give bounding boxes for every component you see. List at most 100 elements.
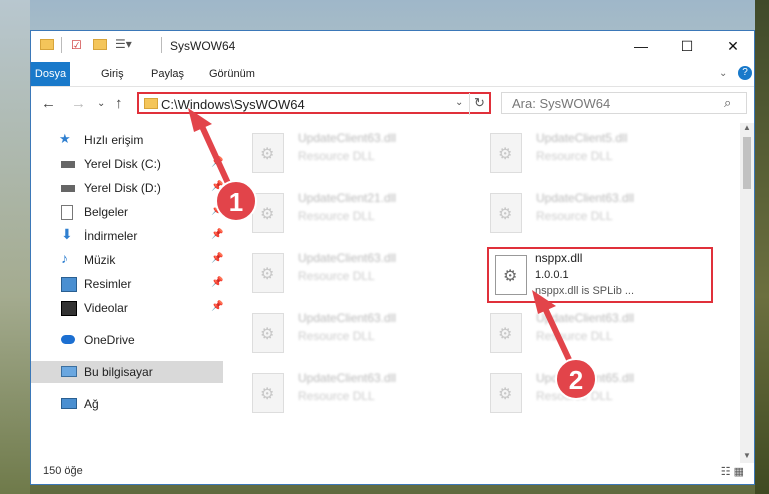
file-tile[interactable]: UpdateClient63.dll Resource DLL xyxy=(490,189,720,245)
file-name: UpdateClient63.dll xyxy=(298,131,397,145)
file-description: nsppx.dll is SPLib ... xyxy=(535,285,635,297)
dll-file-icon xyxy=(490,313,522,353)
pin-icon: 📌 xyxy=(211,277,224,288)
file-view: UpdateClient63.dll Resource DLL UpdateCl… xyxy=(228,123,738,463)
file-tile[interactable]: UpdateClient21.dll Resource DLL xyxy=(252,189,482,245)
address-dropdown-icon[interactable]: ⌄ xyxy=(455,97,463,108)
network-icon xyxy=(61,398,77,409)
ribbon-tabs: Dosya Giriş Paylaş Görünüm ⌄ ? xyxy=(31,62,754,87)
file-tile[interactable]: UpdateClient5.dll Resource DLL xyxy=(490,129,720,185)
recent-locations-icon[interactable]: ⌄ xyxy=(97,98,105,109)
file-name: UpdateClient63.dll xyxy=(298,311,397,325)
maximize-button[interactable]: ☐ xyxy=(667,35,707,57)
nav-label: Müzik xyxy=(84,253,116,267)
back-icon[interactable]: ← xyxy=(41,95,56,112)
nav-label: Videolar xyxy=(84,301,128,315)
folder-icon xyxy=(40,39,54,50)
nav-item-music[interactable]: ♪ Müzik 📌 xyxy=(31,249,223,271)
item-count: 150 öğe xyxy=(43,465,83,477)
up-icon[interactable]: ↑ xyxy=(115,95,123,112)
file-tile[interactable]: UpdateClient63.dll Resource DLL xyxy=(490,309,720,365)
view-mode-icons[interactable]: ☷ ▦ xyxy=(721,465,744,478)
properties-icon[interactable]: ☑ xyxy=(71,38,82,52)
tab-paylas[interactable]: Paylaş xyxy=(143,62,192,86)
file-tile[interactable]: UpdateClient63.dll Resource DLL xyxy=(252,369,482,425)
nav-item-disk-c[interactable]: Yerel Disk (C:) 📌 xyxy=(31,153,223,175)
nav-item-this-pc[interactable]: Bu bilgisayar xyxy=(31,361,223,383)
file-name: UpdateClient63.dll xyxy=(536,191,635,205)
dll-file-icon xyxy=(252,253,284,293)
expand-ribbon-icon[interactable]: ⌄ xyxy=(719,68,727,79)
cloud-icon xyxy=(61,335,75,344)
file-tile[interactable]: UpdateClient63.dll Resource DLL xyxy=(252,309,482,365)
desktop-wallpaper-left xyxy=(0,0,30,494)
nav-item-documents[interactable]: Belgeler 📌 xyxy=(31,201,223,223)
nav-item-disk-d[interactable]: Yerel Disk (D:) 📌 xyxy=(31,177,223,199)
music-icon: ♪ xyxy=(61,250,68,266)
nav-item-downloads[interactable]: ⬇ İndirmeler 📌 xyxy=(31,225,223,247)
file-name: UpdateClient21.dll xyxy=(298,191,397,205)
nav-label: Ağ xyxy=(84,397,99,411)
pin-icon: 📌 xyxy=(211,157,224,168)
file-description: Resource DLL xyxy=(298,269,375,283)
address-bar[interactable]: C:\Windows\SysWOW64 ⌄ ↻ xyxy=(137,92,491,115)
file-name: UpdateClient5.dll xyxy=(536,131,628,145)
navigation-pane: ★ Hızlı erişim Yerel Disk (C:) 📌 Yerel D… xyxy=(31,127,226,457)
dll-file-icon xyxy=(252,133,284,173)
new-folder-icon[interactable] xyxy=(93,39,107,50)
tab-dosya[interactable]: Dosya xyxy=(31,62,70,86)
status-bar: 150 öğe ☷ ▦ xyxy=(31,457,754,483)
nav-label: Resimler xyxy=(84,277,132,291)
step-marker-1: 1 xyxy=(215,180,257,222)
drive-icon xyxy=(61,185,75,192)
pictures-icon xyxy=(61,277,77,292)
refresh-icon[interactable]: ↻ xyxy=(474,95,485,111)
nav-label: Yerel Disk (D:) xyxy=(84,181,161,195)
file-description: Resource DLL xyxy=(298,389,375,403)
nav-item-onedrive[interactable]: OneDrive xyxy=(31,329,223,351)
video-icon xyxy=(61,301,77,316)
tab-giris[interactable]: Giriş xyxy=(93,62,132,86)
help-icon[interactable]: ? xyxy=(738,66,752,80)
dll-file-icon xyxy=(490,373,522,413)
vertical-scrollbar[interactable]: ▲ ▼ xyxy=(740,123,754,463)
file-tile[interactable]: UpdateClient63.dll Resource DLL xyxy=(252,129,482,185)
search-icon[interactable]: ⌕ xyxy=(724,95,731,111)
divider xyxy=(161,37,162,53)
file-description: Resource DLL xyxy=(536,209,613,223)
nav-item-pictures[interactable]: Resimler 📌 xyxy=(31,273,223,295)
nav-item-network[interactable]: Ağ xyxy=(31,393,223,415)
file-tile[interactable]: UpdateClient65.dll Resource DLL xyxy=(490,369,720,425)
file-description: Resource DLL xyxy=(536,149,613,163)
drive-icon xyxy=(61,161,75,168)
window-title: SysWOW64 xyxy=(170,39,236,53)
file-description: Resource DLL xyxy=(298,209,375,223)
file-name: UpdateClient63.dll xyxy=(298,371,397,385)
file-name: UpdateClient63.dll xyxy=(536,311,635,325)
folder-icon xyxy=(144,98,158,109)
tab-gorunum[interactable]: Görünüm xyxy=(201,62,263,86)
scroll-up-icon[interactable]: ▲ xyxy=(743,123,751,132)
nav-label: Bu bilgisayar xyxy=(84,365,153,379)
title-bar[interactable]: ☑ ☰▾ SysWOW64 — ☐ ✕ xyxy=(31,31,754,62)
scrollbar-thumb[interactable] xyxy=(743,137,751,189)
file-tile[interactable]: UpdateClient63.dll Resource DLL xyxy=(252,249,482,305)
nav-label: İndirmeler xyxy=(84,229,138,243)
search-box[interactable]: Ara: SysWOW64 ⌕ xyxy=(501,92,747,114)
search-placeholder: Ara: SysWOW64 xyxy=(512,96,611,111)
file-name: nsppx.dll xyxy=(535,251,583,265)
dll-file-icon xyxy=(495,255,527,295)
minimize-button[interactable]: — xyxy=(621,35,661,57)
file-tile-nsppx[interactable]: nsppx.dll 1.0.0.1 nsppx.dll is SPLib ... xyxy=(487,247,713,303)
nav-label: Hızlı erişim xyxy=(84,133,144,147)
nav-item-quick-access[interactable]: ★ Hızlı erişim xyxy=(31,129,223,151)
forward-icon[interactable]: → xyxy=(71,95,86,112)
pin-icon: 📌 xyxy=(211,229,224,240)
nav-label: Belgeler xyxy=(84,205,129,219)
close-button[interactable]: ✕ xyxy=(713,35,753,57)
customize-quick-access-icon[interactable]: ☰▾ xyxy=(115,37,132,51)
file-name: UpdateClient63.dll xyxy=(298,251,397,265)
desktop-wallpaper-right xyxy=(755,0,769,494)
file-version: 1.0.0.1 xyxy=(535,269,569,281)
nav-item-videos[interactable]: Videolar 📌 xyxy=(31,297,223,319)
